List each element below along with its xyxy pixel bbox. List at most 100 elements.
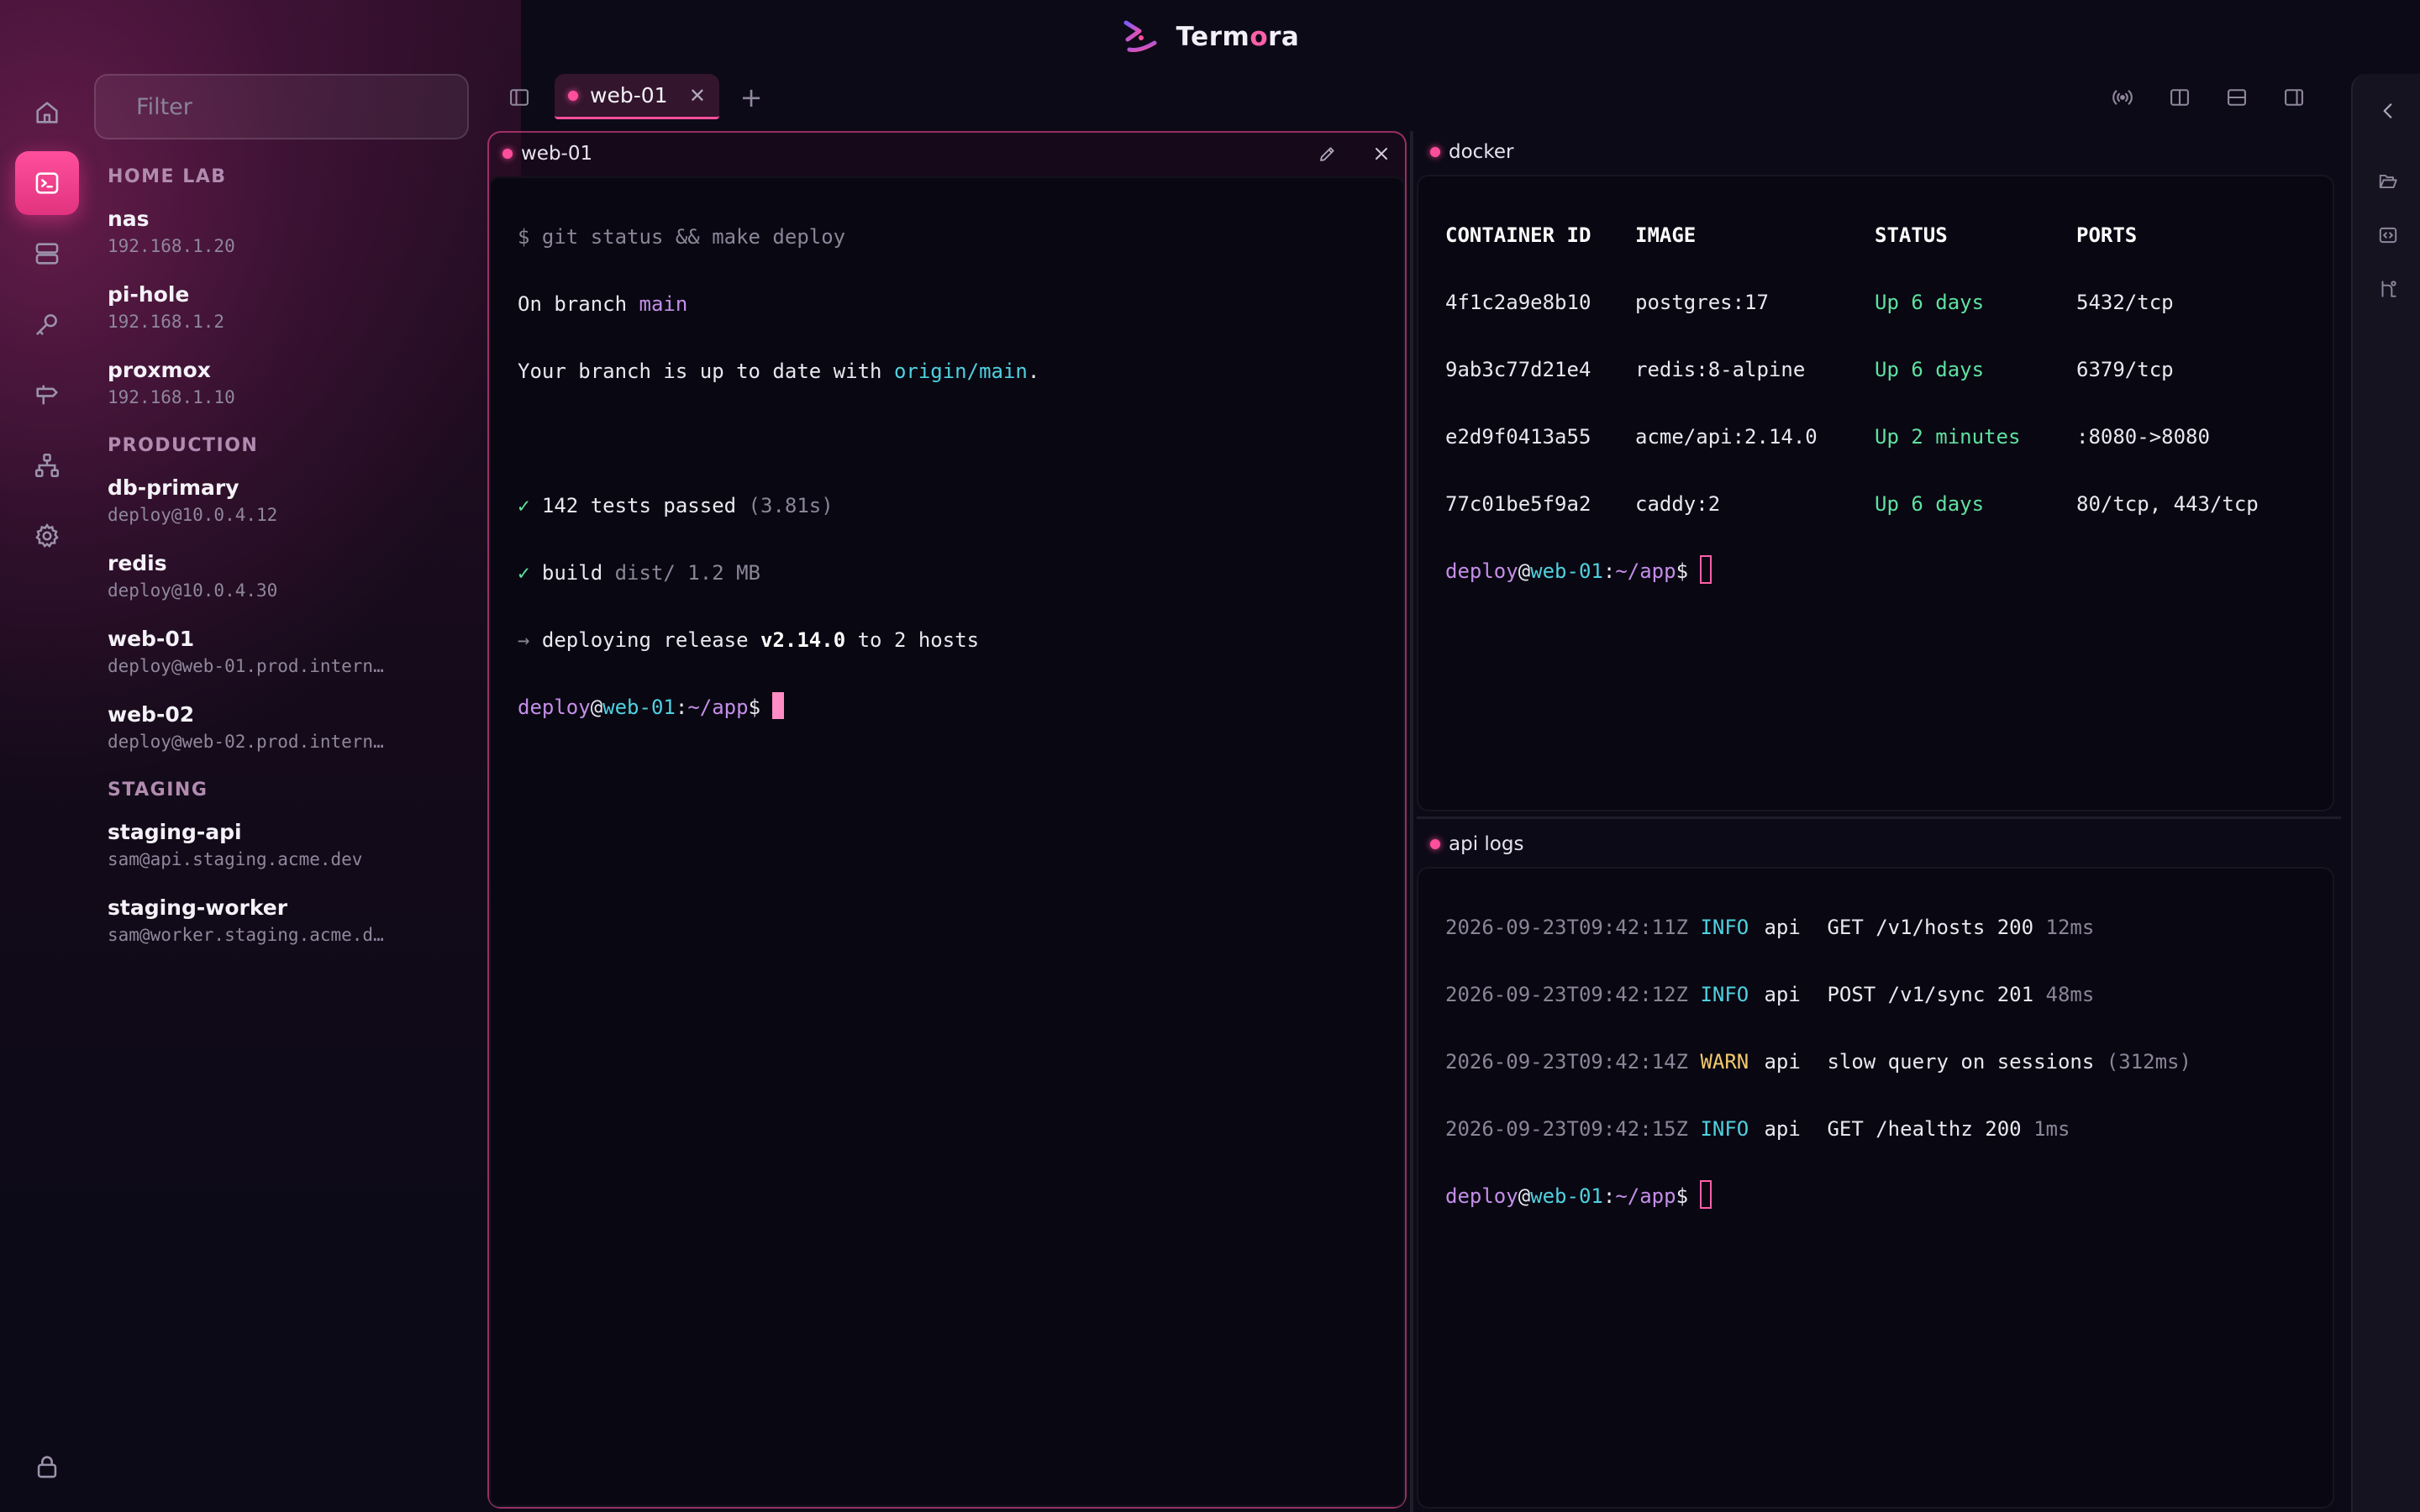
left-rail	[0, 74, 94, 1512]
pane-header: docker	[1417, 131, 2334, 173]
host-item-nas[interactable]: nas 192.168.1.20	[108, 205, 460, 272]
close-tab-icon[interactable]: ✕	[689, 84, 706, 108]
terminal-pane-api-logs[interactable]: api logs 2026-09-23T09:42:11Z INFO api GET…	[1417, 823, 2334, 1509]
lock-button[interactable]	[15, 1435, 79, 1499]
terminal-cursor	[1700, 1180, 1712, 1209]
host-item-staging-worker[interactable]: staging-worker sam@worker.staging.acme.d…	[108, 894, 460, 961]
host-item-pi-hole[interactable]: pi-hole 192.168.1.2	[108, 281, 460, 348]
host-name: staging-worker	[108, 895, 288, 920]
home-icon	[36, 102, 58, 123]
terminal-prompt: deploy@web-01:~/app$	[518, 690, 1376, 724]
split-horizontal-button[interactable]	[2218, 79, 2255, 116]
host-address: deploy@web-02.prod.intern…	[108, 732, 384, 752]
vertical-splitter[interactable]	[1410, 131, 1413, 1512]
group-label-home-lab: HOME LAB	[108, 166, 227, 187]
host-item-redis[interactable]: redis deploy@10.0.4.30	[108, 549, 460, 617]
right-panel-icon	[2285, 89, 2303, 106]
host-item-web-01[interactable]: web-01 deploy@web-01.prod.intern…	[108, 625, 460, 692]
pane-header: api logs	[1417, 823, 2334, 865]
tab-strip: web-01 ✕ +	[487, 74, 2344, 128]
code-icon	[2379, 227, 2397, 244]
keys-button[interactable]	[15, 292, 79, 356]
split-vertical-button[interactable]	[2161, 79, 2198, 116]
log-line: 2026-09-23T09:42:14Z WARN api slow query o…	[1445, 1050, 2191, 1074]
new-tab-button[interactable]: +	[733, 79, 770, 116]
horizontal-splitter[interactable]	[1417, 816, 2341, 819]
host-item-staging-api[interactable]: staging-api sam@api.staging.acme.dev	[108, 818, 460, 885]
connection-status-dot	[502, 149, 513, 159]
host-name: nas	[108, 207, 150, 231]
port-forwarding-button[interactable]	[15, 363, 79, 427]
folder-open-icon	[2379, 174, 2397, 189]
table-row: 4f1c2a9e8b10 postgres:17 Up 6 days 5432/tcp	[1445, 291, 2174, 314]
toggle-sidebar-button[interactable]	[501, 79, 538, 116]
terminal-line: Your branch is up to date with origin/ma…	[518, 360, 1040, 383]
log-line: 2026-09-23T09:42:12Z INFO api POST /v1/syn…	[1445, 983, 2095, 1006]
split-vertical-icon	[2170, 89, 2189, 106]
pane-title: docker	[1449, 141, 1514, 163]
host-sidebar: HOME LAB nas 192.168.1.20 pi-hole 192.16…	[94, 74, 479, 1512]
network-button[interactable]	[15, 433, 79, 497]
host-address: deploy@10.0.4.30	[108, 580, 278, 601]
host-item-db-primary[interactable]: db-primary deploy@10.0.4.12	[108, 474, 460, 541]
terminal-output[interactable]: 2026-09-23T09:42:11Z INFO api GET /v1/host…	[1417, 867, 2334, 1509]
tab-label: web-01	[590, 83, 668, 108]
tunnels-button[interactable]	[2370, 270, 2407, 307]
snippets-button[interactable]	[2370, 217, 2407, 254]
host-address: sam@worker.staging.acme.d…	[108, 925, 384, 945]
home-button[interactable]	[15, 81, 79, 144]
toggle-right-panel-button[interactable]	[2275, 79, 2312, 116]
host-address: sam@api.staging.acme.dev	[108, 849, 363, 869]
terminal-line: ✓ 142 tests passed (3.81s)	[518, 494, 834, 517]
app-logo-icon	[1123, 20, 1157, 52]
pane-header: web-01	[489, 133, 1405, 175]
host-name: pi-hole	[108, 282, 190, 307]
table-row: 77c01be5f9a2 caddy:2 Up 6 days 80/tcp, 443/…	[1445, 492, 2259, 516]
terminal-pane-web-01[interactable]: web-01 $ git status && make deploy On br…	[487, 131, 1407, 1509]
host-name: web-01	[108, 627, 195, 651]
broadcast-button[interactable]	[2104, 79, 2141, 116]
table-row: e2d9f0413a55 acme/api:2.14.0 Up 2 minutes:…	[1445, 425, 2210, 449]
terminal-prompt: deploy@web-01:~/app$	[1445, 554, 2306, 588]
terminal-icon	[35, 172, 59, 194]
tab-web-01[interactable]: web-01 ✕	[555, 74, 719, 119]
close-pane-icon[interactable]	[1371, 144, 1392, 164]
log-line: 2026-09-23T09:42:15Z INFO api GET /healthz…	[1445, 1117, 2070, 1141]
terminal-prompt: deploy@web-01:~/app$	[1445, 1179, 2306, 1213]
host-address: deploy@web-01.prod.intern…	[108, 656, 384, 676]
terminal-pane-docker[interactable]: docker CONTAINER ID IMAGE STATUS PORTS 4f1c…	[1417, 131, 2334, 811]
server-icon	[35, 243, 59, 265]
edit-icon[interactable]	[1318, 144, 1338, 164]
filter-input[interactable]	[94, 74, 469, 139]
settings-button[interactable]	[15, 504, 79, 568]
docker-table-header: CONTAINER ID IMAGE STATUS PORTS	[1445, 223, 2138, 247]
broadcast-icon	[2112, 90, 2133, 105]
sftp-button[interactable]	[2370, 163, 2407, 200]
terminal-output[interactable]: CONTAINER ID IMAGE STATUS PORTS 4f1c2a9e8b1…	[1417, 175, 2334, 811]
connection-status-dot	[1430, 839, 1440, 849]
group-label-production: PRODUCTION	[108, 435, 259, 456]
host-item-web-02[interactable]: web-02 deploy@web-02.prod.intern…	[108, 701, 460, 768]
pane-title: web-01	[521, 143, 593, 165]
terminal-output[interactable]: $ git status && make deploy On branch ma…	[489, 176, 1405, 1507]
connection-status-dot	[568, 90, 578, 101]
host-address: 192.168.1.10	[108, 387, 235, 407]
servers-button[interactable]	[15, 222, 79, 286]
host-name: web-02	[108, 702, 195, 727]
terminal-cursor	[772, 692, 785, 719]
pane-title: api logs	[1449, 833, 1524, 855]
title-bar: Termora	[0, 0, 2420, 74]
connection-status-dot	[1430, 147, 1440, 157]
terminal-line: $ git status && make deploy	[518, 225, 846, 249]
app-name: Termora	[1176, 22, 1300, 52]
terminal-cursor	[1700, 555, 1712, 584]
tunnel-icon	[2381, 281, 2396, 297]
table-row: 9ab3c77d21e4 redis:8-alpine Up 6 days 6379/…	[1445, 358, 2174, 381]
host-item-proxmox[interactable]: proxmox 192.168.1.10	[108, 356, 460, 423]
host-address: deploy@10.0.4.12	[108, 505, 278, 525]
collapse-right-rail-button[interactable]	[2370, 92, 2407, 129]
terminals-button[interactable]	[15, 151, 79, 215]
terminal-line: → deploying release v2.14.0 to 2 hosts	[518, 628, 980, 652]
host-name: redis	[108, 551, 167, 575]
